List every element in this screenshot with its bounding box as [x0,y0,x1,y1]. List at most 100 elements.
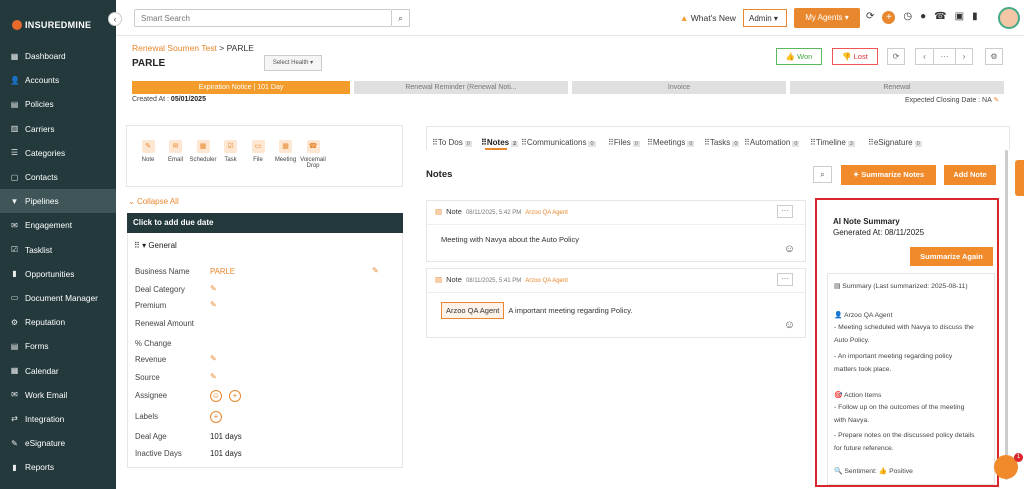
admin-select[interactable]: Admin ▾ [743,9,787,27]
add-note-button[interactable]: Add Note [944,165,996,185]
refresh-icon[interactable]: ⟳ [866,11,874,24]
add-label-icon[interactable]: + [210,411,222,423]
logo[interactable]: INSUREDMINE [12,20,91,30]
add-due-date-bar[interactable]: Click to add due date [127,213,403,233]
quick-action-voicemail-drop[interactable]: ☎ Voicemail Drop [299,140,327,169]
won-button[interactable]: 👍 Won [776,48,822,65]
side-feedback-tab[interactable] [1015,160,1024,196]
quick-action-file[interactable]: ▭ File [244,140,272,163]
next-record-button[interactable]: › [955,48,973,65]
mention-chip[interactable]: Arzoo QA Agent [441,302,505,319]
notification-icon[interactable]: ● [920,11,926,24]
sidebar-item-forms[interactable]: ▤ Forms [0,334,116,358]
device-icon[interactable]: ▮ [972,11,978,24]
tab-tasks[interactable]: ⠿Tasks 0 [704,138,740,147]
sidebar-item-calendar[interactable]: ▦ Calendar [0,358,116,382]
stage-3[interactable]: Renewal [790,81,1004,94]
pencil-icon[interactable]: ✎ [210,300,217,309]
breadcrumb-parent[interactable]: Renewal Soumen Test [132,43,217,53]
add-assignee-icon[interactable]: + [229,390,241,402]
tab-communications[interactable]: ⠿Communications 0 [521,138,596,147]
select-health-dropdown[interactable]: Select Health ▾ [264,55,322,71]
summarize-notes-button[interactable]: ✦ Summarize Notes [841,165,936,185]
settings-button[interactable]: ⚙ [985,48,1003,65]
drag-handle-icon[interactable]: ⠿ ▾ [134,241,148,250]
search-icon[interactable]: ⌕ [392,9,410,27]
tab-notes[interactable]: ⠿Notes 2 [481,138,519,147]
sidebar-item-label: Dashboard [25,51,66,62]
more-options-button[interactable]: ··· [933,48,955,65]
sidebar-item-reports[interactable]: ▮ Reports [0,455,116,479]
pencil-icon[interactable]: ✎ [993,97,999,104]
scrollbar[interactable] [1005,150,1008,480]
tab-esignature[interactable]: ⠿eSignature 0 [868,138,922,147]
sidebar-item-work-email[interactable]: ✉ Work Email [0,383,116,407]
stage-1[interactable]: Renewal Reminder (Renewal Noti... [354,81,568,94]
whats-new-link[interactable]: ▲ What's New [680,13,736,23]
collapse-sidebar-button[interactable]: ‹ [108,12,122,26]
assignee-avatar-icon[interactable]: ☺ [210,390,222,402]
quick-action-scheduler[interactable]: ▦ Scheduler [189,140,217,163]
sidebar-item-label: Carriers [25,123,55,134]
note-menu-button[interactable]: ··· [777,273,793,286]
sidebar-item-integration[interactable]: ⇄ Integration [0,407,116,431]
phone-icon[interactable]: ☎ [934,11,946,24]
my-agents-button[interactable]: My Agents ▾ [794,8,860,28]
quick-action-task[interactable]: ☑ Task [217,140,245,163]
tab-count: 0 [632,141,640,147]
add-icon[interactable]: + [882,11,896,24]
note-author[interactable]: Arzoo QA Agent [525,210,568,216]
sidebar-item-reputation[interactable]: ⚙ Reputation [0,310,116,334]
pencil-icon[interactable]: ✎ [210,284,217,293]
stage-2[interactable]: Invoice [572,81,786,94]
tab-to-dos[interactable]: ⠿To Dos 0 [432,138,472,147]
tab-count: 0 [588,141,596,147]
quick-action-note[interactable]: ✎ Note [134,140,162,163]
sidebar-item-carriers[interactable]: ▥ Carriers [0,117,116,141]
user-avatar[interactable] [998,7,1020,29]
lost-button[interactable]: 👎 Lost [832,48,878,65]
sidebar-item-dashboard[interactable]: ▦ Dashboard [0,44,116,68]
summarize-again-button[interactable]: Summarize Again [910,247,993,266]
tab-meetings[interactable]: ⠿Meetings 0 [647,138,695,147]
sidebar-item-label: Accounts [25,75,60,86]
chip-icon[interactable]: ▣ [955,11,964,24]
tab-timeline[interactable]: ⠿Timeline 3 [810,138,855,147]
nav-icon: ▢ [10,172,19,182]
sidebar-item-engagement[interactable]: ✉ Engagement [0,213,116,237]
tab-automation[interactable]: ⠿Automation 0 [744,138,800,147]
created-at: Created At : 05/01/2025 [132,96,206,103]
stage-0[interactable]: Expiration Notice | 101 Day [132,81,350,94]
sidebar-item-policies[interactable]: ▤ Policies [0,92,116,116]
sidebar-item-document-manager[interactable]: ▭ Document Manager [0,286,116,310]
pencil-icon[interactable]: ✎ [372,266,379,275]
tab-label: Tasks [709,138,731,147]
tab-count: 3 [847,141,855,147]
quick-action-label: Voicemail Drop [300,157,326,169]
sidebar-item-pipelines[interactable]: ▼ Pipelines [0,189,116,214]
nav-icon: ▼ [10,196,19,206]
prev-record-button[interactable]: ‹ [915,48,933,65]
sidebar-item-opportunities[interactable]: ▮ Opportunities [0,262,116,286]
sidebar-item-categories[interactable]: ☰ Categories [0,141,116,165]
sidebar-item-accounts[interactable]: 👤 Accounts [0,68,116,92]
quick-action-email[interactable]: ✉ Email [162,140,190,163]
sidebar-item-tasklist[interactable]: ☑ Tasklist [0,238,116,262]
pencil-icon[interactable]: ✎ [210,372,217,381]
refresh-button[interactable]: ⟳ [887,48,905,65]
add-reaction-icon[interactable]: ☺ [784,243,795,255]
clock-icon[interactable]: ◷ [903,11,912,24]
note-menu-button[interactable]: ··· [777,205,793,218]
pencil-icon[interactable]: ✎ [210,354,217,363]
quick-action-meeting[interactable]: ▦ Meeting [272,140,300,163]
note-author[interactable]: Arzoo QA Agent [525,278,568,284]
notes-search-icon[interactable]: ⌕ [813,166,832,183]
tab-files[interactable]: ⠿Files 0 [608,138,640,147]
note-body: Meeting with Navya about the Auto Policy [441,235,579,244]
add-reaction-icon[interactable]: ☺ [784,319,795,331]
sidebar-item-esignature[interactable]: ✎ eSignature [0,431,116,455]
collapse-all-toggle[interactable]: ⌄ Collapse All [128,197,179,206]
sidebar-item-contacts[interactable]: ▢ Contacts [0,165,116,189]
general-section-header[interactable]: ⠿ ▾ General [134,241,177,250]
smart-search-input[interactable] [134,9,392,27]
